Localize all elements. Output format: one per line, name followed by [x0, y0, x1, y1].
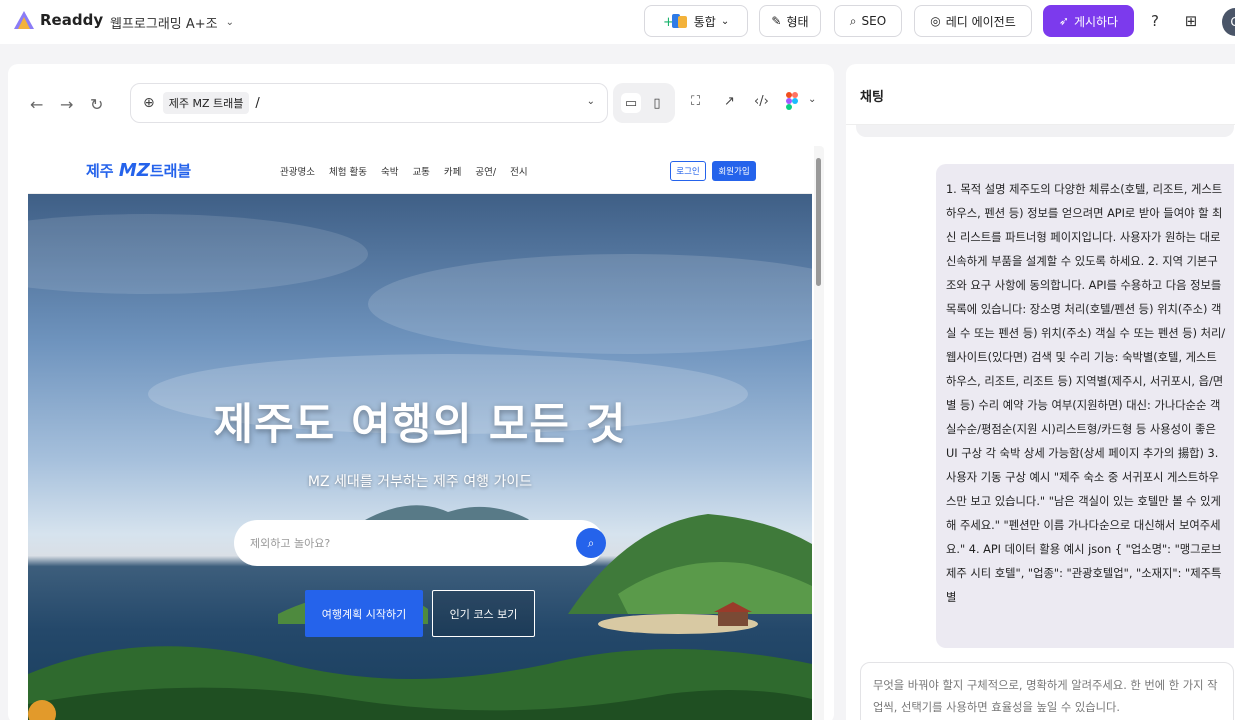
chevron-down-icon[interactable]: ⌄: [808, 94, 816, 105]
publish-label: 게시하다: [1073, 14, 1119, 29]
form-icon: ✎: [771, 14, 782, 28]
chat-composer[interactable]: 무엇을 바꿔야 할지 구체적으로, 명확하게 알려주세요. 한 번에 한 가지 …: [860, 662, 1234, 720]
hero-section: 제주도 여행의 모든 것 MZ 세대를 거부하는 제주 여행 가이드 ⌕ 여행계…: [28, 194, 812, 720]
fullscreen-icon[interactable]: ⛶: [691, 94, 700, 109]
menu-item[interactable]: 관광명소: [280, 164, 315, 178]
user-message-bubble: 1. 목적 설명 제주도의 다양한 체류소(호텔, 리조트, 게스트하우스, 펜…: [936, 164, 1234, 648]
chevron-down-icon: ⌄: [225, 17, 235, 28]
device-selector: ▭ ▯: [613, 83, 675, 123]
logo-prefix: 제주: [86, 162, 114, 180]
menu-item[interactable]: 공연/: [475, 164, 496, 178]
search-icon: ⌕: [849, 13, 857, 28]
gift-icon[interactable]: ⊞: [1180, 10, 1202, 32]
hero-subtitle: MZ 세대를 거부하는 제주 여행 가이드: [307, 474, 533, 490]
brand-name: Readdy: [40, 11, 104, 29]
chevron-down-icon: ⌄: [720, 15, 730, 27]
integration-label: 통합: [693, 14, 716, 29]
readdy-logo-icon: [14, 11, 34, 29]
integration-button[interactable]: + 통합 ⌄: [644, 5, 748, 37]
seo-label: SEO: [861, 14, 887, 28]
agent-label: 레디 에이전트: [945, 14, 1016, 29]
publish-button[interactable]: ➶ 게시하다: [1043, 5, 1134, 37]
search-box: ⌕: [234, 520, 606, 566]
globe-icon: ⊕: [143, 95, 155, 111]
agent-button[interactable]: ◎ 레디 에이전트: [914, 5, 1032, 37]
login-button[interactable]: 로그인: [670, 161, 706, 181]
chevron-down-icon[interactable]: ⌄: [587, 96, 595, 107]
external-link-icon[interactable]: ↗: [724, 94, 735, 109]
scroll-thumb[interactable]: [816, 158, 821, 286]
seo-button[interactable]: ⌕ SEO: [834, 5, 902, 37]
logo-suffix: 트래블: [149, 162, 192, 180]
chat-panel: 채팅 1. 목적 설명 제주도의 다양한 체류소(호텔, 리조트, 게스트하우스…: [846, 64, 1235, 720]
forward-arrow-icon[interactable]: →: [60, 95, 73, 114]
signup-button[interactable]: 회원가입: [712, 161, 756, 181]
search-button[interactable]: ⌕: [576, 528, 606, 558]
menu-item[interactable]: 교통: [412, 164, 429, 178]
brand[interactable]: Readdy: [14, 11, 103, 29]
desktop-icon[interactable]: ▭: [621, 93, 641, 113]
hero-title: 제주도 여행의 모든 것: [213, 400, 627, 450]
site-menu: 관광명소 체험 활동 숙박 교통 카페 공연/ 전시: [280, 164, 528, 178]
top-bar: Readdy 웹프로그래밍 A+조 ⌄ + 통합 ⌄ ✎ 형태 ⌕ SEO ◎ …: [0, 0, 1235, 44]
previous-message: [856, 125, 1234, 137]
chat-title: 채팅: [860, 90, 884, 105]
figma-icon[interactable]: [786, 92, 798, 110]
code-icon[interactable]: ‹/›: [754, 94, 769, 109]
search-icon: ⌕: [587, 535, 595, 550]
form-label: 형태: [786, 14, 809, 29]
url-path: /: [255, 95, 260, 111]
refresh-icon[interactable]: ↻: [90, 95, 103, 114]
logo-mz: MZ: [118, 160, 150, 181]
menu-item[interactable]: 전시: [510, 164, 527, 178]
browser-toolbar: ← → ↻ ⊕ 제주 MZ 트래블 / ⌄ ▭ ▯ ⛶ ↗ ‹/› ⌄: [8, 80, 834, 128]
form-button[interactable]: ✎ 형태: [759, 5, 821, 37]
project-selector[interactable]: 웹프로그래밍 A+조 ⌄: [110, 13, 234, 32]
mobile-icon[interactable]: ▯: [647, 93, 667, 113]
menu-item[interactable]: 카페: [444, 164, 461, 178]
site-logo[interactable]: 제주 MZ트래블: [86, 160, 191, 181]
rocket-icon: ➶: [1058, 14, 1069, 28]
agent-icon: ◎: [930, 14, 941, 28]
menu-item[interactable]: 숙박: [381, 164, 398, 178]
project-name: 웹프로그래밍 A+조: [110, 17, 218, 32]
menu-item[interactable]: 체험 활동: [329, 164, 367, 178]
preview-scrollbar[interactable]: [814, 146, 824, 720]
start-plan-button[interactable]: 여행계획 시작하기: [305, 590, 423, 637]
hero-landscape-image: [28, 214, 812, 720]
website-preview: 제주 MZ트래블 관광명소 체험 활동 숙박 교통 카페 공연/ 전시 로그인 …: [28, 146, 824, 720]
help-icon[interactable]: ?: [1144, 10, 1166, 32]
popular-course-button[interactable]: 인기 코스 보기: [432, 590, 535, 637]
integration-icon: +: [663, 14, 687, 30]
preview-panel: ← → ↻ ⊕ 제주 MZ 트래블 / ⌄ ▭ ▯ ⛶ ↗ ‹/› ⌄ 제주 M: [8, 64, 834, 720]
search-input[interactable]: [250, 533, 550, 553]
url-bar[interactable]: ⊕ 제주 MZ 트래블 / ⌄: [130, 83, 608, 123]
site-header: 제주 MZ트래블 관광명소 체험 활동 숙박 교통 카페 공연/ 전시 로그인 …: [28, 146, 812, 194]
avatar[interactable]: G: [1222, 8, 1235, 36]
site-chip: 제주 MZ 트래블: [162, 92, 250, 114]
back-arrow-icon[interactable]: ←: [30, 95, 43, 114]
